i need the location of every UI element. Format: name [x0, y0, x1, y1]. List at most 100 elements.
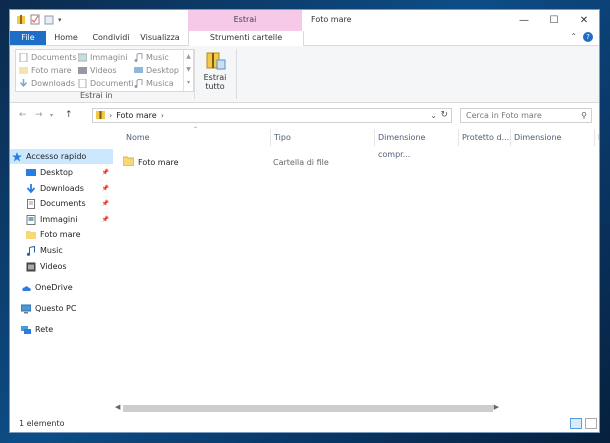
column-header-protetto[interactable]: Protetto d... [459, 129, 511, 146]
window-title: Foto mare [311, 15, 352, 24]
tab-strumenti-cartelle-compresse[interactable]: Strumenti cartelle compresse [188, 31, 304, 56]
search-input[interactable]: Cerca in Foto mare ⚲ [460, 108, 592, 123]
new-folder-icon[interactable] [44, 14, 54, 25]
context-tab-header-label: Estrai [233, 15, 257, 24]
gallery-item-music[interactable]: Music [134, 51, 169, 64]
scroll-right-icon[interactable]: ▶ [494, 403, 499, 411]
gallery-item-label: Videos [90, 66, 117, 75]
up-icon[interactable]: ↑ [65, 110, 73, 120]
zip-folder-icon [96, 110, 105, 122]
extract-all-button[interactable]: Estrai tutto [200, 49, 230, 91]
breadcrumb-separator-icon[interactable]: › [109, 111, 112, 120]
extract-to-gallery: Documents Immagini Music Foto mare Video… [15, 49, 194, 92]
tab-condividi[interactable]: Condividi [90, 31, 132, 45]
pin-icon[interactable]: 📌 [102, 200, 109, 207]
sidebar-item-label: Accesso rapido [26, 152, 87, 161]
sidebar-item-music[interactable]: Music [10, 243, 113, 258]
sidebar-item-label: Rete [35, 325, 54, 334]
address-bar[interactable]: › Foto mare › ⌄ ↻ [92, 108, 452, 123]
sidebar-item-label: Questo PC [35, 304, 77, 313]
sidebar-item-desktop[interactable]: Desktop 📌 [10, 165, 113, 180]
sidebar-item-immagini[interactable]: Immagini 📌 [10, 212, 113, 227]
gallery-item-videos[interactable]: Videos [78, 64, 117, 77]
file-type: Cartella di file [273, 157, 329, 167]
pin-icon[interactable]: 📌 [102, 185, 109, 192]
quick-access-toolbar: ▾ [16, 14, 62, 25]
sidebar-item-onedrive[interactable]: OneDrive [10, 280, 113, 295]
pin-icon[interactable]: 📌 [102, 216, 109, 223]
gallery-more-icon[interactable]: ▾ [184, 76, 193, 89]
window-controls: — ☐ ✕ [509, 10, 599, 31]
gallery-down-icon[interactable]: ▼ [184, 63, 193, 76]
details-view-button[interactable] [570, 418, 582, 429]
video-icon [78, 66, 87, 75]
gallery-item-label: Musica [146, 79, 174, 88]
gallery-up-icon[interactable]: ▲ [184, 50, 193, 63]
column-header-dimensione-compressa[interactable]: Dimensione compr... [375, 129, 459, 159]
close-button[interactable]: ✕ [569, 10, 599, 31]
item-count: 1 elemento [19, 419, 65, 428]
scroll-left-icon[interactable]: ◀ [115, 403, 120, 411]
gallery-item-documenti[interactable]: Documenti [78, 77, 134, 90]
horizontal-scrollbar[interactable]: ◀ ▶ [113, 403, 599, 413]
collapse-ribbon-icon[interactable]: ⌃ [570, 32, 577, 41]
column-header-tipo[interactable]: Tipo [271, 129, 375, 146]
extract-all-label-line1: Estrai [203, 73, 227, 82]
gallery-item-musica[interactable]: Musica [134, 77, 174, 90]
tab-file[interactable]: File [10, 31, 46, 45]
recent-locations-icon[interactable]: ▾ [50, 112, 53, 119]
scrollbar-thumb[interactable] [123, 405, 493, 412]
tab-home[interactable]: Home [52, 31, 80, 45]
sidebar-item-downloads[interactable]: Downloads 📌 [10, 181, 113, 196]
music-icon [134, 52, 143, 62]
ribbon: Documents Immagini Music Foto mare Video… [10, 46, 599, 103]
help-icon[interactable]: ? [583, 32, 593, 42]
gallery-item-documents[interactable]: Documents [19, 51, 77, 64]
sidebar-item-label: Desktop [40, 168, 73, 177]
gallery-scrollbar[interactable]: ▲ ▼ ▾ [183, 50, 193, 91]
breadcrumb-foto-mare[interactable]: Foto mare [116, 111, 157, 120]
forward-icon[interactable]: → [35, 110, 43, 120]
sidebar-item-foto-mare[interactable]: Foto mare [10, 227, 113, 242]
explorer-window: ▾ Estrai Foto mare — ☐ ✕ File Home Condi… [9, 9, 600, 433]
sidebar-item-label: Immagini [40, 215, 78, 224]
gallery-item-label: Music [146, 53, 169, 62]
maximize-button[interactable]: ☐ [539, 10, 569, 31]
minimize-button[interactable]: — [509, 10, 539, 31]
pin-icon[interactable]: 📌 [102, 169, 109, 176]
folder-icon [19, 66, 28, 75]
group-label-estrai-in: Estrai in [80, 91, 113, 100]
sidebar-item-questo-pc[interactable]: Questo PC [10, 301, 113, 316]
large-icons-view-button[interactable] [585, 418, 597, 429]
back-icon[interactable]: ← [19, 110, 27, 120]
table-row[interactable]: Foto mare Cartella di file [122, 155, 593, 169]
document-icon [78, 78, 87, 89]
column-header-dimensione[interactable]: Dimensione [511, 129, 595, 146]
navigation-pane: Accesso rapido Desktop 📌 Downloads 📌 Document… [10, 135, 113, 410]
title-bar: ▾ Estrai Foto mare — ☐ ✕ [10, 10, 599, 31]
address-dropdown-icon[interactable]: ⌄ [430, 111, 437, 120]
sidebar-item-accesso-rapido[interactable]: Accesso rapido [10, 149, 113, 164]
sidebar-item-documents[interactable]: Documents 📌 [10, 196, 113, 211]
folder-icon [122, 156, 135, 168]
gallery-item-immagini[interactable]: Immagini [77, 51, 127, 64]
ribbon-divider [194, 49, 195, 99]
download-icon [19, 79, 28, 88]
properties-icon[interactable] [30, 14, 40, 25]
gallery-item-downloads[interactable]: Downloads [19, 77, 75, 90]
search-icon[interactable]: ⚲ [581, 109, 587, 122]
search-placeholder: Cerca in Foto mare [466, 111, 542, 120]
sidebar-item-videos[interactable]: Videos [10, 259, 113, 274]
tab-visualizza[interactable]: Visualizza [140, 31, 180, 45]
sidebar-item-label: Documents [40, 199, 86, 208]
column-header-p[interactable]: P [595, 129, 599, 146]
refresh-icon[interactable]: ↻ [440, 110, 448, 120]
gallery-item-desktop[interactable]: Desktop [134, 64, 179, 77]
folder-icon[interactable] [16, 14, 26, 25]
column-header-nome[interactable]: Nome [123, 129, 271, 146]
sidebar-item-rete[interactable]: Rete [10, 322, 113, 337]
breadcrumb-chevron-icon[interactable]: › [161, 111, 164, 120]
gallery-item-foto-mare[interactable]: Foto mare [19, 64, 72, 77]
customize-qat-icon[interactable]: ▾ [58, 16, 62, 24]
sidebar-item-label: Foto mare [40, 230, 81, 239]
